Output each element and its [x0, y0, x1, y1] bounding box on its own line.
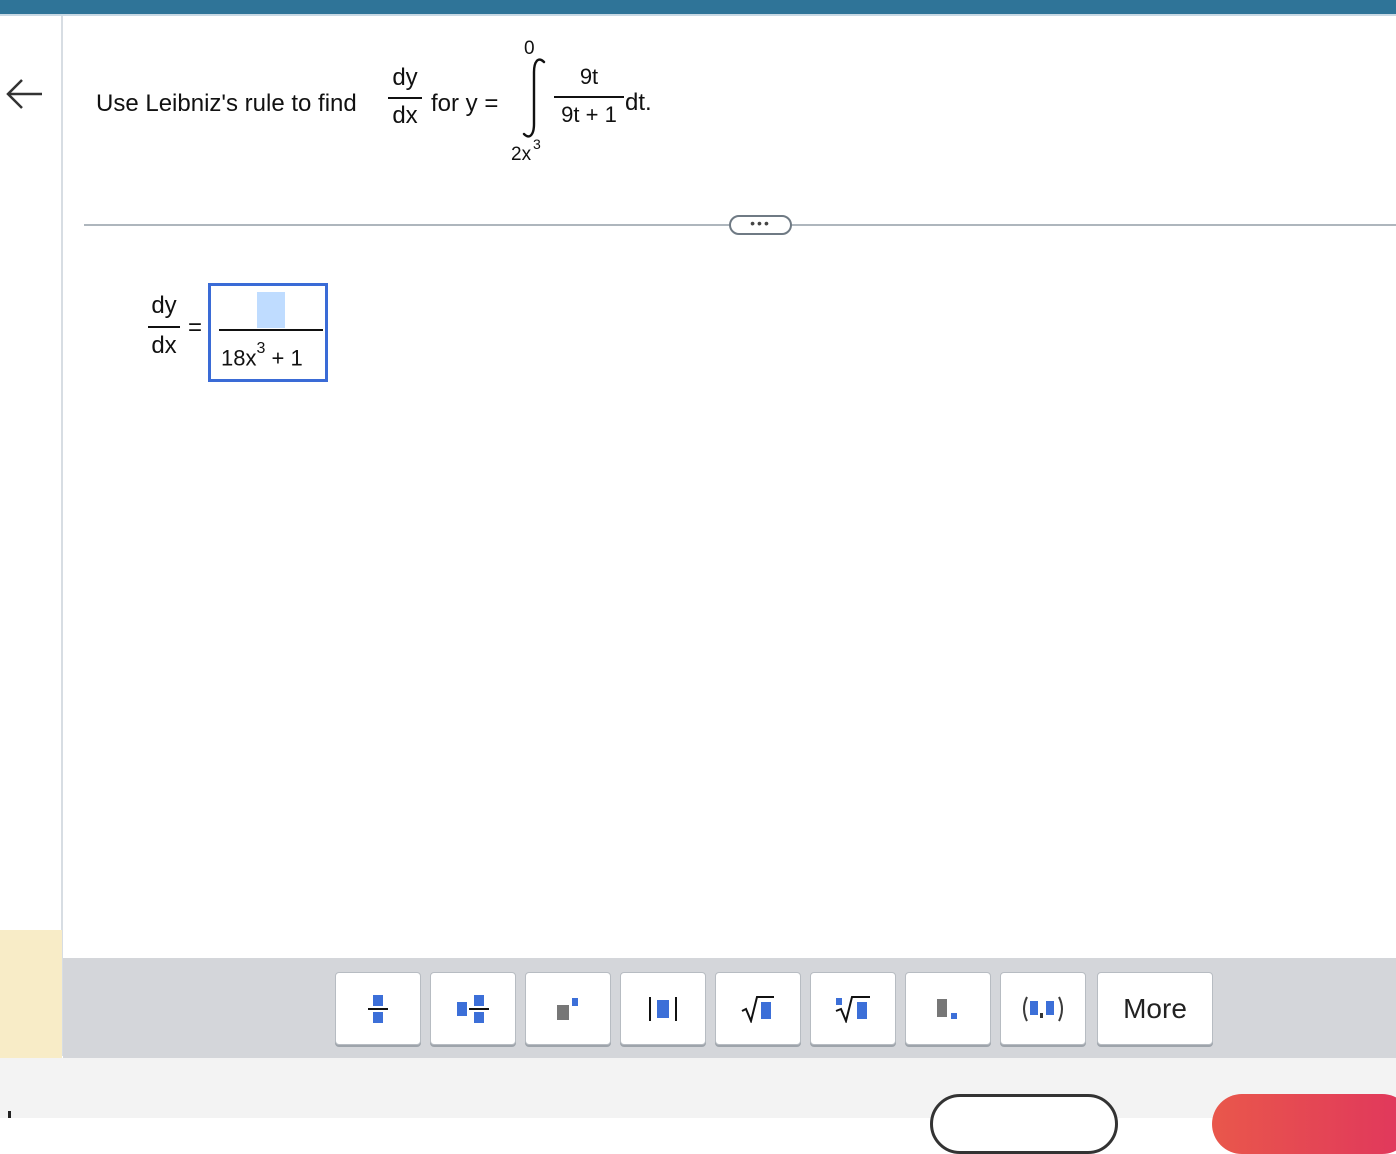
decimal-icon [937, 998, 957, 1019]
more-tools-button[interactable]: More [1097, 972, 1213, 1045]
answer-denominator-rest: + 1 [265, 345, 303, 371]
integrand-numerator: 9t [579, 64, 599, 89]
top-bar-underline [0, 14, 1396, 16]
answer-denominator-exponent: 3 [256, 340, 266, 357]
footer-secondary-button[interactable] [930, 1094, 1118, 1154]
footer-bar [0, 1058, 1396, 1154]
ordered-pair-icon [1023, 996, 1063, 1021]
integral-sign-icon [522, 58, 546, 138]
equals-sign: = [188, 314, 203, 341]
exponent-button[interactable] [525, 972, 611, 1045]
integrand-denominator: 9t + 1 [561, 102, 617, 127]
derivative-numerator: dy [392, 64, 418, 91]
numerator-input-slot[interactable] [257, 292, 285, 328]
decimal-button[interactable] [905, 972, 991, 1045]
footer-primary-button[interactable] [1212, 1094, 1396, 1154]
answer-derivative-numerator: dy [151, 292, 177, 319]
integral-lower-limit-exponent: 3 [533, 136, 541, 152]
absolute-value-button[interactable] [620, 972, 706, 1045]
top-bar [0, 0, 1396, 14]
question-text: Use Leibniz's rule to find [96, 90, 357, 117]
ordered-pair-button[interactable] [1000, 972, 1086, 1045]
fraction-bar [554, 96, 624, 98]
sqrt-icon [741, 995, 774, 1023]
absolute-value-icon [649, 996, 677, 1021]
derivative-denominator: dx [392, 102, 418, 129]
mixed-number-button[interactable] [430, 972, 516, 1045]
footer-mark [8, 1111, 11, 1118]
nth-root-icon [835, 995, 870, 1023]
left-sidebar [0, 16, 63, 1056]
expand-more-button[interactable]: ••• [729, 215, 792, 235]
fraction-bar [148, 326, 180, 328]
answer-denominator-base: 18x [221, 345, 257, 371]
fraction-button[interactable] [335, 972, 421, 1045]
square-root-button[interactable] [715, 972, 801, 1045]
integral-lower-limit: 2x [511, 144, 532, 165]
integrand-fraction: 9t 9t + 1 [554, 64, 624, 127]
answer-derivative-denominator: dx [151, 332, 177, 359]
back-arrow-icon[interactable] [4, 74, 44, 114]
question-derivative: dy dx [388, 66, 422, 128]
fraction-bar [219, 329, 323, 331]
differential: dt. [625, 89, 652, 116]
nth-root-button[interactable] [810, 972, 896, 1045]
answer-derivative: dy dx [148, 294, 180, 358]
answer-input-box[interactable]: 18x3 + 1 [208, 283, 328, 382]
mixed-fraction-icon [457, 994, 489, 1023]
for-text: for y = [431, 90, 499, 117]
answer-denominator: 18x3 + 1 [221, 340, 303, 371]
fraction-bar [388, 97, 422, 99]
math-toolbar: More [63, 958, 1396, 1058]
sidebar-highlight [0, 930, 62, 1058]
superscript-icon [557, 997, 578, 1020]
fraction-icon [368, 994, 388, 1023]
